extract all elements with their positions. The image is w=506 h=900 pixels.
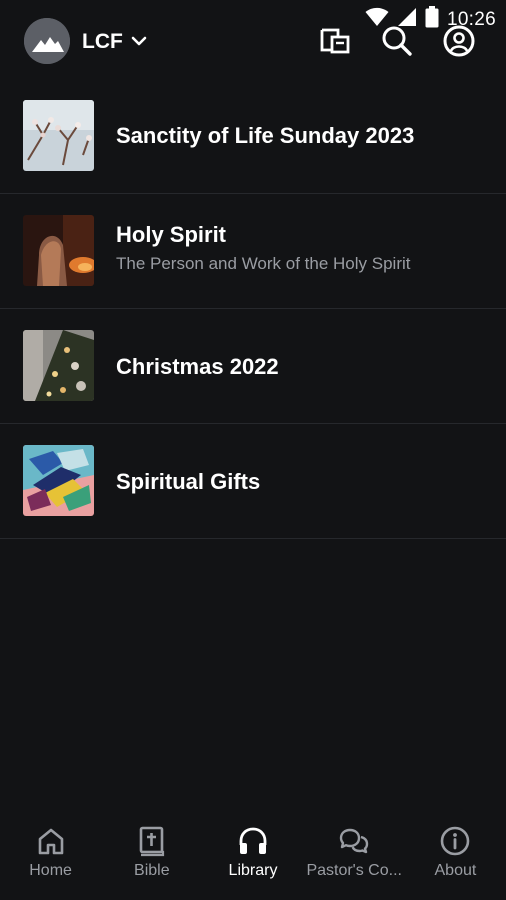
nav-label: Bible (134, 862, 170, 879)
nav-item-pastors-corner[interactable]: Pastor's Co... (304, 810, 405, 900)
series-text: Holy Spirit The Person and Work of the H… (116, 222, 486, 274)
series-title: Spiritual Gifts (116, 469, 261, 494)
series-item[interactable]: Christmas 2022 (0, 309, 506, 424)
wifi-icon (365, 7, 389, 32)
series-text: Spiritual Gifts (116, 469, 486, 495)
home-icon (35, 825, 67, 857)
status-bar: 10:26 (0, 0, 506, 36)
series-item[interactable]: Spiritual Gifts (0, 424, 506, 539)
chat-icon (338, 825, 370, 857)
series-text: Christmas 2022 (116, 354, 486, 380)
status-time: 10:26 (446, 8, 496, 30)
info-icon (439, 825, 471, 857)
nav-item-about[interactable]: About (405, 810, 506, 900)
series-subtitle: The Person and Work of the Holy Spirit (116, 254, 411, 273)
series-thumbnail-sanctity (23, 100, 94, 171)
battery-icon (425, 6, 439, 33)
bible-icon (136, 825, 168, 857)
series-list: Sanctity of Life Sunday 2023 Holy Spirit… (0, 80, 506, 539)
status-icons: 10:26 (365, 6, 496, 33)
nav-label: Library (228, 862, 278, 879)
nav-label: Pastor's Co... (306, 862, 402, 879)
nav-label: Home (29, 862, 72, 879)
nav-item-bible[interactable]: Bible (101, 810, 202, 900)
series-title: Sanctity of Life Sunday 2023 (116, 123, 415, 148)
series-item[interactable]: Holy Spirit The Person and Work of the H… (0, 194, 506, 309)
cell-signal-icon (397, 7, 417, 32)
series-thumbnail-holy-spirit (23, 215, 94, 286)
bottom-nav: Home Bible Library Pastor's Co... About (0, 810, 506, 900)
nav-label: About (434, 862, 477, 879)
series-thumbnail-spiritual-gifts (23, 445, 94, 516)
nav-item-library[interactable]: Library (202, 810, 303, 900)
series-title: Christmas 2022 (116, 354, 279, 379)
series-text: Sanctity of Life Sunday 2023 (116, 123, 486, 149)
series-title: Holy Spirit (116, 222, 227, 247)
headphones-icon (237, 825, 269, 857)
series-thumbnail-christmas (23, 330, 94, 401)
app-screen: LCF 10:26 Sanctity of Life Sunday 2023 H… (0, 0, 506, 900)
series-item[interactable]: Sanctity of Life Sunday 2023 (0, 80, 506, 194)
nav-item-home[interactable]: Home (0, 810, 101, 900)
